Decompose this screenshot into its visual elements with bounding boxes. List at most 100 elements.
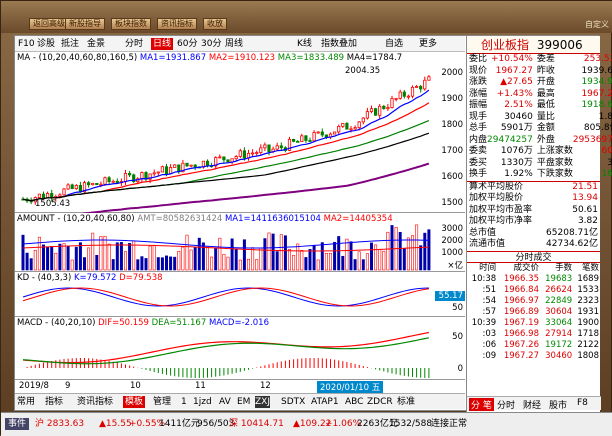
tick-row[interactable]: :06 1967.26 19172 2122 (467, 340, 600, 351)
tool-watchlist[interactable]: 自选 (385, 38, 403, 50)
candle-body (123, 173, 128, 182)
amount-bar (345, 238, 349, 271)
quote-row: 涨幅 +1.43%最高 1967.27 (467, 89, 612, 101)
tick-row[interactable]: :03 1966.98 27914 1718 (467, 329, 600, 340)
candle-body (365, 111, 370, 119)
amt-label: AMT=80582631424 (137, 214, 223, 224)
tab-zdcr[interactable]: ZDCR (367, 396, 393, 408)
candle-body (99, 183, 103, 186)
tool-more[interactable]: 更多 (419, 38, 437, 50)
quote-value: 1.92% (504, 169, 533, 179)
tick-row[interactable]: :57 1966.89 30604 1931 (467, 307, 600, 318)
stat-row: 总市值 65208.71亿 (467, 228, 600, 240)
tick-row[interactable]: 10:38 1966.35 19683 1689 (467, 274, 600, 285)
tab-f8[interactable]: F8 (577, 398, 588, 408)
tick-row[interactable]: :54 1966.97 22849 2323 (467, 296, 600, 307)
candle-body (205, 160, 210, 167)
amount-bar (70, 259, 74, 271)
amount-bar (115, 242, 119, 271)
nav-button-ipo[interactable]: 新股指导 (65, 18, 105, 30)
stat-row: 加权平均市净率 3.82 (467, 216, 600, 228)
candle-body (341, 123, 345, 127)
tab-1[interactable]: 1 (181, 396, 187, 408)
cursor-date: 2020/01/10 五 (317, 381, 384, 393)
kd-pane[interactable]: KD - (40,3,3) K=79.572 D=79.538 55.17 50 (15, 273, 465, 317)
tab-template[interactable]: 模板 (123, 396, 146, 408)
candle-body (386, 107, 390, 110)
candle-body (291, 138, 296, 142)
quote-value: 601 (601, 146, 612, 156)
tab-info-indicator[interactable]: 资讯指标 (77, 396, 113, 408)
stats-table: 算术平均股价 21.51 加权平均股价 13.94 加权平均市盈率 50.61 加权平均市净… (467, 180, 600, 251)
tab-manage[interactable]: 管理 (153, 396, 171, 408)
tool-gold[interactable]: 金景 (87, 38, 105, 50)
nav-button-info[interactable]: 资讯指标 (157, 18, 197, 30)
date-label-10: 10 (130, 381, 141, 391)
amt-ma1-label: MA1=1411636015104 (224, 214, 321, 224)
quote-label: 委卖 (469, 146, 488, 156)
amount-bar (66, 245, 70, 271)
stat-row: 算术平均股价 21.51 (467, 181, 600, 193)
candle-body (115, 180, 119, 184)
tick-row[interactable]: 10:39 1967.19 33064 1900 (467, 318, 600, 329)
tool-weekly[interactable]: 周线 (225, 38, 243, 50)
tool-f10[interactable]: F10 (18, 38, 35, 50)
tool-30min[interactable]: 30分 (201, 38, 221, 50)
amount-bar (62, 243, 66, 271)
tick-count: 1931 (577, 306, 599, 317)
tool-60min[interactable]: 60分 (177, 38, 197, 50)
tool-overlay[interactable]: 指数叠加 (321, 38, 357, 50)
tab-atap1[interactable]: ATAP1 (311, 396, 339, 408)
event-tab[interactable]: 事件 (5, 418, 30, 430)
tab-indicator[interactable]: 指标 (45, 396, 63, 408)
tab-sdtx[interactable]: SDTX (281, 396, 305, 408)
nav-button-sector[interactable]: 板块指数 (111, 18, 151, 30)
tab-abc[interactable]: ABC (345, 396, 363, 408)
stat-label: 算术平均股价 (469, 181, 524, 192)
amount-bar (218, 237, 222, 271)
nav-button-toggle[interactable]: 收放 (203, 18, 227, 30)
tool-note[interactable]: 抵注 (61, 38, 79, 50)
tool-kline[interactable]: K线 (297, 38, 312, 50)
tab-common[interactable]: 常用 (17, 396, 35, 408)
quote-label: 量比 (536, 111, 555, 122)
amount-bar (324, 252, 328, 271)
app-window: 返回高级 新股指导 板块指数 资讯指标 收放 自定义 F10 诊股 抵注 金景 … (0, 0, 612, 436)
tab-zxj[interactable]: ZXJ (255, 396, 270, 408)
tab-1jzd[interactable]: 1jzd (193, 396, 212, 408)
nav-button-back[interactable]: 返回高级 (29, 18, 69, 30)
candle-body (189, 164, 193, 167)
tool-intraday[interactable]: 分时 (125, 38, 143, 50)
amount-bar (210, 256, 214, 271)
layout-label[interactable]: 自定义 (585, 19, 609, 30)
tab-market[interactable]: 股市 (549, 398, 567, 411)
amount-scale-3000: 3000 (441, 224, 463, 234)
chart-toolbar: F10 诊股 抵注 金景 分时 日线 60分 30分 周线 K线 指数叠加 自选… (15, 36, 465, 52)
amount-bar (160, 257, 164, 271)
kline-scale-1800: 1800 (441, 120, 463, 130)
quote-row: 涨跌 ▲27.65开盘 1934.98 (467, 77, 612, 89)
kline-chart[interactable] (15, 53, 465, 213)
tick-row[interactable]: :09 1967.27 30460 1808 (467, 351, 600, 362)
amount-bar (173, 256, 177, 271)
tick-row[interactable]: :51 1966.84 26624 1533 (467, 285, 600, 296)
tool-daily[interactable]: 日线 (151, 38, 174, 50)
tab-tick[interactable]: 分 笔 (469, 398, 494, 411)
amount-bar (296, 243, 300, 271)
tab-intraday[interactable]: 分时 (497, 398, 515, 411)
tool-diagnose[interactable]: 诊股 (37, 38, 55, 50)
amount-bar (304, 257, 308, 271)
amount-pane[interactable]: AMOUNT - (10,20,40,60,80) AMT=8058263142… (15, 214, 465, 272)
macd-pane[interactable]: MACD - (40,20,10) DIF=50.159 DEA=51.167 … (15, 318, 465, 380)
candle-body (91, 182, 95, 186)
tab-finance[interactable]: 财经 (523, 398, 541, 411)
tab-standard[interactable]: 标准 (397, 396, 415, 408)
tab-av[interactable]: AV (219, 396, 231, 408)
top-menubar: 返回高级 新股指导 板块指数 资讯指标 收放 自定义 (1, 1, 612, 33)
kline-pane[interactable]: MA - (10,20,40,60,80,160,5) MA1=1931.867… (15, 53, 465, 213)
tab-em[interactable]: EM (237, 396, 250, 408)
ticks-col-header: 笔数 (581, 262, 599, 273)
candle-body (107, 177, 111, 183)
ma3-label: MA3=1833.489 (277, 53, 345, 63)
amount-bar (316, 259, 320, 271)
